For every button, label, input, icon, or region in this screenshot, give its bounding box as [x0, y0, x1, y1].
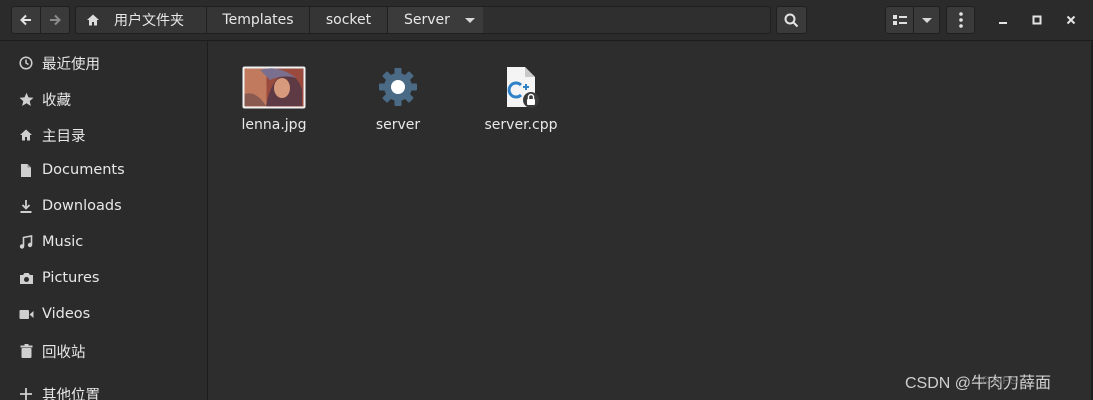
sidebar-item-downloads[interactable]: Downloads: [0, 189, 207, 223]
file-item[interactable]: lenna.jpg: [219, 63, 329, 133]
sidebar-item-label: 其他位置: [42, 387, 100, 400]
sidebar-item-label: Documents: [42, 162, 125, 178]
sidebar-item-label: 回收站: [42, 344, 86, 361]
breadcrumb-socket[interactable]: socket: [310, 6, 388, 34]
search-button[interactable]: [776, 6, 807, 34]
sidebar-item-trash[interactable]: 回收站: [0, 334, 207, 368]
breadcrumb-label: 用户文件夹: [114, 13, 184, 29]
executable-gear-icon: [366, 63, 430, 111]
kebab-menu-icon: [958, 12, 963, 28]
sidebar-item-other-locations[interactable]: 其他位置: [0, 377, 207, 400]
document-icon: [18, 162, 34, 178]
sidebar-item-pictures[interactable]: Pictures: [0, 261, 207, 295]
file-view[interactable]: lenna.jpg server server.cpp: [209, 41, 1091, 400]
watermark: CSDN @牛肉刀薛面 © WPS: [905, 369, 1051, 393]
breadcrumb-templates[interactable]: Templates: [207, 6, 310, 34]
watermark-ghost: © WPS: [981, 375, 1018, 387]
trash-icon: [18, 343, 34, 359]
file-name: lenna.jpg: [241, 117, 307, 133]
sidebar-item-label: Pictures: [42, 270, 100, 286]
sidebar-item-label: Downloads: [42, 198, 122, 214]
sidebar-item-recent[interactable]: 最近使用: [0, 46, 207, 80]
watermark-text: CSDN @牛肉刀薛面: [905, 375, 1052, 392]
plus-icon: [18, 386, 34, 400]
download-icon: [18, 198, 34, 214]
sidebar-item-starred[interactable]: 收藏: [0, 82, 207, 116]
image-thumbnail-icon: [242, 63, 306, 111]
star-icon: [18, 91, 34, 107]
sidebar-item-videos[interactable]: Videos: [0, 297, 207, 331]
arrow-left-icon: [20, 14, 31, 26]
back-button[interactable]: [11, 6, 41, 34]
view-mode-button[interactable]: [885, 6, 914, 34]
breadcrumb-home[interactable]: 用户文件夹: [75, 6, 207, 34]
view-options-dropdown[interactable]: [913, 6, 940, 34]
sidebar-item-label: 最近使用: [42, 56, 100, 73]
sidebar-item-label: 主目录: [42, 128, 86, 145]
breadcrumb-label: Templates: [222, 12, 294, 28]
camera-icon: [18, 270, 34, 286]
sidebar-item-home[interactable]: 主目录: [0, 118, 207, 152]
forward-button[interactable]: [40, 6, 70, 34]
pathbar-empty-area[interactable]: [483, 6, 771, 34]
list-view-icon: [892, 15, 907, 25]
breadcrumb-server[interactable]: Server: [388, 6, 485, 34]
file-item[interactable]: server.cpp: [466, 63, 576, 133]
sidebar: 最近使用 收藏 主目录 Documents Downloads Music Pi…: [0, 41, 208, 400]
breadcrumb-label: socket: [325, 12, 372, 28]
chevron-down-icon: [921, 17, 932, 23]
sidebar-item-label: 收藏: [42, 92, 71, 109]
minimize-button[interactable]: [993, 10, 1013, 30]
sidebar-item-label: Videos: [42, 306, 91, 322]
close-icon: [1066, 15, 1076, 25]
file-name: server: [375, 117, 421, 133]
header-bar: 用户文件夹 Templates socket Server: [0, 0, 1093, 41]
arrow-right-icon: [50, 14, 61, 26]
home-icon: [87, 14, 99, 26]
cpp-source-locked-icon: [489, 63, 553, 111]
video-icon: [18, 306, 34, 322]
recent-clock-icon: [18, 55, 34, 71]
music-note-icon: [18, 234, 34, 250]
sidebar-item-label: Music: [42, 234, 84, 250]
close-button[interactable]: [1061, 10, 1081, 30]
home-icon: [18, 127, 34, 143]
sidebar-item-documents[interactable]: Documents: [0, 153, 207, 187]
minimize-icon: [999, 22, 1007, 24]
breadcrumb: 用户文件夹 Templates socket Server: [75, 6, 485, 34]
maximize-button[interactable]: [1027, 10, 1047, 30]
breadcrumb-label: Server: [404, 12, 450, 28]
chevron-down-icon: [464, 17, 475, 23]
maximize-icon: [1032, 15, 1042, 25]
main-menu-button[interactable]: [946, 6, 975, 34]
file-item[interactable]: server: [343, 63, 453, 133]
search-icon: [784, 13, 799, 27]
file-name: server.cpp: [484, 117, 558, 133]
sidebar-item-music[interactable]: Music: [0, 225, 207, 259]
